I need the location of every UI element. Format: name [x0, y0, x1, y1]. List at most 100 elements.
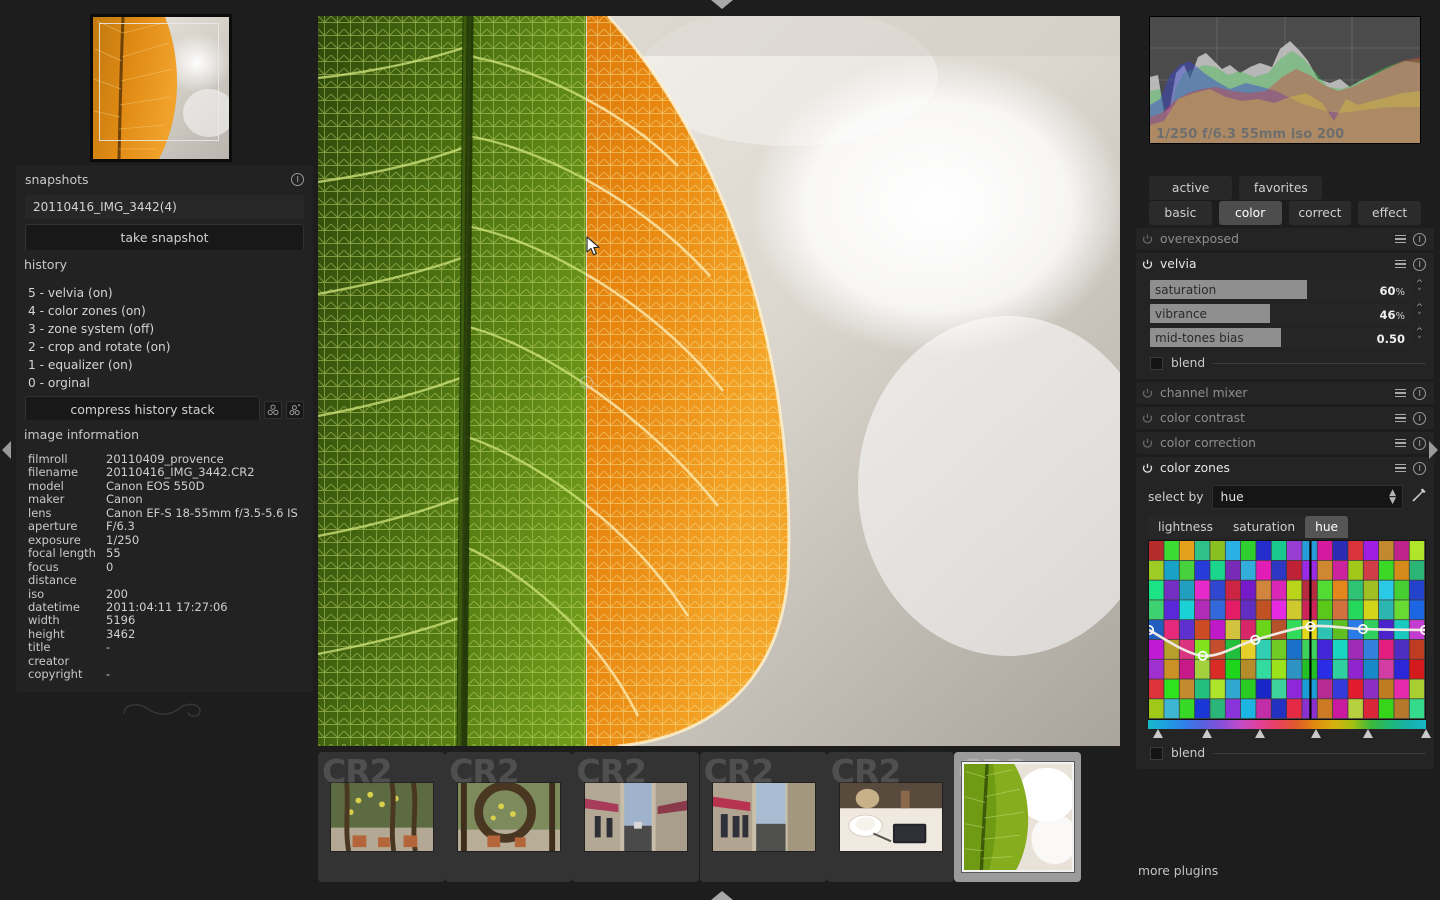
filmstrip-thumbnail-image: [330, 782, 434, 852]
module-velvia-header[interactable]: velvia: [1136, 253, 1434, 275]
slider-vibrance-stepper[interactable]: ^˅: [1413, 304, 1426, 322]
image-info-key: focal length: [28, 547, 106, 560]
more-plugins-label[interactable]: more plugins: [1138, 864, 1218, 878]
power-icon[interactable]: [1142, 388, 1153, 399]
image-info-row: height3462: [16, 628, 313, 641]
collapse-left-arrow-icon[interactable]: [2, 441, 11, 459]
slider-vibrance[interactable]: vibrance 46% ^˅: [1150, 303, 1426, 323]
take-snapshot-button[interactable]: take snapshot: [25, 224, 304, 251]
image-info-row: exposure1/250: [16, 534, 313, 547]
create-style-icon[interactable]: [264, 401, 282, 419]
reset-icon[interactable]: [1413, 233, 1426, 246]
slider-saturation-stepper[interactable]: ^˅: [1413, 280, 1426, 298]
history-item[interactable]: 3 - zone system (off): [16, 320, 313, 338]
power-icon[interactable]: [1142, 234, 1153, 245]
slider-vibrance-track[interactable]: vibrance 46%: [1150, 304, 1411, 323]
filmstrip-thumbnail[interactable]: CR2: [445, 752, 572, 882]
module-color-zones-label: color zones: [1153, 461, 1395, 475]
presets-menu-icon[interactable]: [1395, 389, 1406, 398]
image-info-key: filename: [28, 466, 106, 479]
filmstrip-thumbnail[interactable]: CR2: [318, 752, 445, 882]
tab-active[interactable]: active: [1149, 176, 1232, 200]
hue-zone-markers[interactable]: [1148, 729, 1426, 740]
module-color-contrast: color contrast: [1136, 407, 1434, 429]
power-icon[interactable]: [1142, 413, 1153, 424]
image-info-value: 55: [106, 547, 121, 560]
tab-effect[interactable]: effect: [1358, 201, 1421, 225]
presets-menu-icon[interactable]: [1395, 464, 1406, 473]
module-list: overexposed velvia: [1136, 228, 1434, 772]
hue-zone-marker[interactable]: [1363, 729, 1373, 738]
collapse-bottom-arrow-icon[interactable]: [711, 891, 733, 900]
subtab-hue[interactable]: hue: [1305, 516, 1348, 538]
history-item[interactable]: 0 - orginal: [16, 374, 313, 392]
module-overexposed: overexposed: [1136, 228, 1434, 250]
filmstrip-thumbnail[interactable]: CR2: [700, 752, 827, 882]
slider-mid-tones-bias-track[interactable]: mid-tones bias 0.50: [1150, 328, 1411, 347]
module-channel-mixer-icons: [1395, 387, 1426, 400]
image-canvas[interactable]: [318, 16, 1120, 746]
presets-menu-icon[interactable]: [1395, 439, 1406, 448]
snapshot-split-handle[interactable]: [580, 376, 593, 389]
hue-zone-marker[interactable]: [1311, 729, 1321, 738]
blend-label: blend: [1171, 746, 1205, 760]
history-item[interactable]: 5 - velvia (on): [16, 284, 313, 302]
presets-menu-icon[interactable]: [1395, 235, 1406, 244]
filmstrip-thumbnail[interactable]: CR2: [827, 752, 954, 882]
subtab-lightness[interactable]: lightness: [1148, 516, 1223, 538]
compress-history-stack-button[interactable]: compress history stack: [25, 396, 260, 423]
reset-icon[interactable]: [1413, 387, 1426, 400]
tab-color[interactable]: color: [1219, 201, 1282, 225]
module-channel-mixer-header[interactable]: channel mixer: [1136, 382, 1434, 404]
info-icon[interactable]: [291, 173, 304, 186]
reset-icon[interactable]: [1413, 437, 1426, 450]
select-by-dropdown[interactable]: hue ▲▼: [1212, 485, 1403, 509]
tab-basic[interactable]: basic: [1149, 201, 1212, 225]
reset-icon[interactable]: [1413, 462, 1426, 475]
module-category-tabs: basic color correct effect: [1143, 201, 1427, 225]
filmstrip-thumbnail-image: [839, 782, 943, 852]
power-icon[interactable]: [1142, 463, 1153, 474]
slider-mid-tones-bias[interactable]: mid-tones bias 0.50 ^˅: [1150, 327, 1426, 347]
slider-saturation-track[interactable]: saturation 60%: [1150, 280, 1411, 299]
color-zones-curve-editor[interactable]: [1148, 540, 1426, 720]
module-color-correction-header[interactable]: color correction: [1136, 432, 1434, 454]
hue-zone-marker[interactable]: [1255, 729, 1265, 738]
presets-menu-icon[interactable]: [1395, 260, 1406, 269]
history-item[interactable]: 2 - crop and rotate (on): [16, 338, 313, 356]
reset-icon[interactable]: [1413, 258, 1426, 271]
create-style-duplicate-icon[interactable]: [286, 401, 304, 419]
filmstrip-thumbnail-selected[interactable]: CR2: [954, 752, 1081, 882]
module-color-contrast-header[interactable]: color contrast: [1136, 407, 1434, 429]
hue-zone-marker[interactable]: [1421, 729, 1431, 738]
reset-icon[interactable]: [1413, 412, 1426, 425]
image-info-key: height: [28, 628, 106, 641]
image-info-row: iso200: [16, 588, 313, 601]
presets-menu-icon[interactable]: [1395, 414, 1406, 423]
hue-zone-marker[interactable]: [1202, 729, 1212, 738]
history-item[interactable]: 4 - color zones (on): [16, 302, 313, 320]
histogram-panel[interactable]: 1/250 f/6.3 55mm iso 200: [1149, 16, 1421, 144]
collapse-right-arrow-icon[interactable]: [1429, 441, 1438, 459]
blend-checkbox[interactable]: [1150, 747, 1163, 760]
tab-favorites[interactable]: favorites: [1239, 176, 1322, 200]
filmstrip[interactable]: CR2CR2CR2CR2CR2CR2: [318, 752, 1120, 884]
navigation-preview[interactable]: [90, 14, 232, 162]
collapse-top-arrow-icon[interactable]: [711, 0, 733, 9]
subtab-saturation[interactable]: saturation: [1223, 516, 1305, 538]
slider-saturation[interactable]: saturation 60% ^˅: [1150, 279, 1426, 299]
filmstrip-thumbnail[interactable]: CR2: [572, 752, 699, 882]
module-color-contrast-label: color contrast: [1153, 411, 1395, 425]
blend-checkbox[interactable]: [1150, 357, 1163, 370]
color-picker-icon[interactable]: [1411, 488, 1426, 506]
tab-correct[interactable]: correct: [1289, 201, 1352, 225]
module-color-zones-header[interactable]: color zones: [1136, 457, 1434, 479]
snapshots-header[interactable]: snapshots: [16, 165, 313, 192]
slider-mid-tones-bias-stepper[interactable]: ^˅: [1413, 328, 1426, 346]
module-overexposed-header[interactable]: overexposed: [1136, 228, 1434, 250]
power-icon[interactable]: [1142, 438, 1153, 449]
hue-zone-marker[interactable]: [1153, 729, 1163, 738]
power-icon[interactable]: [1142, 259, 1153, 270]
snapshot-item[interactable]: 20110416_IMG_3442(4): [25, 195, 304, 219]
history-item[interactable]: 1 - equalizer (on): [16, 356, 313, 374]
